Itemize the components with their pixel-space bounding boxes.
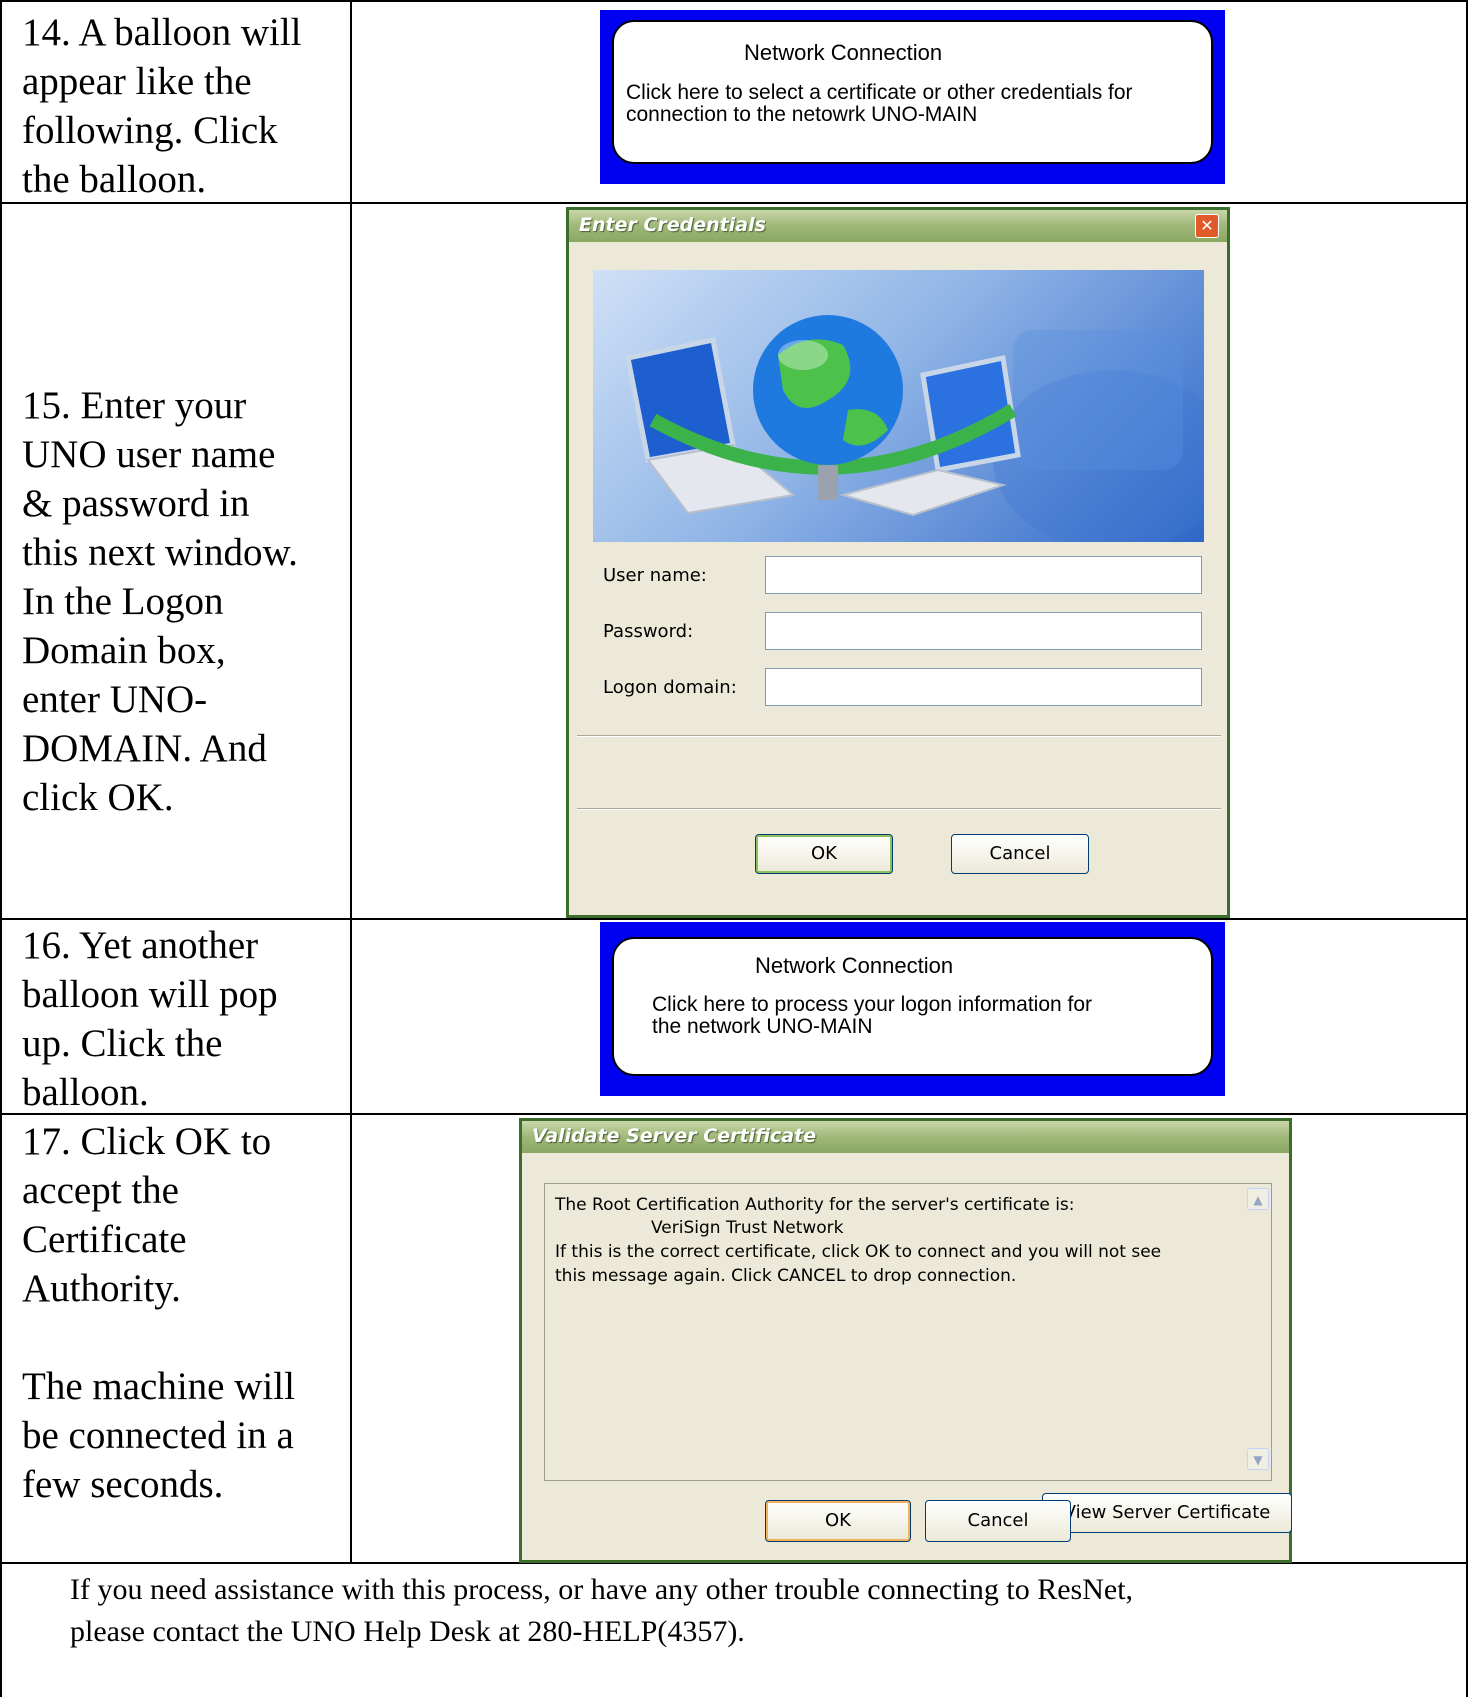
user-name-label: User name: [603,565,707,586]
close-icon[interactable]: ✕ [1195,214,1219,238]
message-scrollbar[interactable]: ▲ ▼ [1247,1184,1269,1478]
dialog-titlebar[interactable]: Enter Credentials ✕ [569,210,1227,242]
cancel-button[interactable]: Cancel [951,834,1089,874]
balloon-title: Network Connection [755,953,954,978]
message-line-4: this message again. Click CANCEL to drop… [555,1266,1017,1286]
help-footer-line-1: If you need assistance with this process… [70,1573,1134,1606]
table-border-top [0,0,1468,2]
user-name-input[interactable] [765,556,1202,594]
dialog-title: Validate Server Certificate [532,1125,817,1147]
balloon-screenshot-1: Network Connection Click here to select … [600,10,1225,184]
step-14-text: 14. A balloon will appear like the follo… [22,11,302,201]
logon-domain-label: Logon domain: [603,677,737,698]
view-server-certificate-button[interactable]: View Server Certificate [1042,1493,1292,1533]
help-footer-line-2: please contact the UNO Help Desk at 280-… [70,1615,745,1648]
network-connection-balloon[interactable]: Network Connection Click here to select … [612,20,1213,164]
globe-laptops-icon [625,315,1204,542]
step-16-text: 16. Yet another balloon will pop up. Cli… [22,924,278,1114]
password-label: Password: [603,621,694,642]
logon-domain-input[interactable] [765,668,1202,706]
network-banner-image [593,270,1204,542]
table-column-divider [350,0,352,1563]
validate-server-certificate-dialog: Validate Server Certificate The Root Cer… [519,1118,1292,1563]
balloon-screenshot-2: Network Connection Click here to process… [600,922,1225,1096]
instruction-page: 14. A balloon will appear like the follo… [0,0,1468,1697]
table-border-left [0,0,2,1697]
message-line-1: The Root Certification Authority for the… [555,1195,1075,1215]
dialog-titlebar[interactable]: Validate Server Certificate [522,1121,1289,1153]
balloon-message-text: Click here to process your logon informa… [652,993,1093,1038]
enter-credentials-dialog: Enter Credentials ✕ User name: Password:… [566,207,1230,918]
step-15-text: 15. Enter your UNO user name & password … [22,384,298,819]
certificate-ok-button[interactable]: OK [765,1500,911,1542]
certificate-cancel-button[interactable]: Cancel [925,1500,1071,1542]
table-row-divider [0,918,1468,920]
message-line-3: If this is the correct certificate, clic… [555,1242,1162,1262]
balloon-title: Network Connection [744,40,943,65]
scroll-up-icon[interactable]: ▲ [1247,1188,1269,1210]
message-line-2: VeriSign Trust Network [651,1218,844,1238]
dialog-title: Enter Credentials [579,214,766,236]
certificate-message-box: The Root Certification Authority for the… [544,1183,1272,1481]
ok-button[interactable]: OK [755,834,893,874]
step-17-text: 17. Click OK to accept the Certificate A… [22,1120,295,1506]
network-connection-balloon[interactable]: Network Connection Click here to process… [612,937,1213,1076]
balloon-message: Click here to select a certificate or ot… [626,82,1206,126]
balloon-message-text: Click here to select a certificate or ot… [626,81,1133,126]
password-input[interactable] [765,612,1202,650]
balloon-message: Click here to process your logon informa… [652,994,1192,1038]
dialog-separator [577,808,1221,810]
scroll-down-icon[interactable]: ▼ [1247,1448,1269,1470]
dialog-separator [577,735,1221,737]
